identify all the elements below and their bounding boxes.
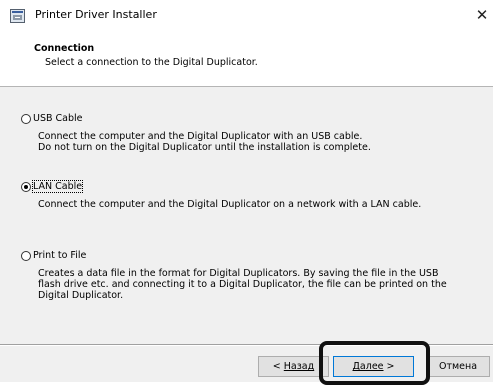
back-button-label: Назад (283, 361, 315, 372)
cancel-button[interactable]: Отмена (426, 356, 490, 377)
page-title: Connection (34, 43, 95, 54)
installer-window: Printer Driver Installer ✕ Connection Se… (0, 0, 493, 385)
usb-description-line-2: Do not turn on the Digital Duplicator un… (38, 142, 371, 153)
printer-installer-icon (10, 9, 25, 23)
lan-description: Connect the computer and the Digital Dup… (38, 199, 422, 210)
back-button-prefix: < (272, 361, 284, 372)
next-button-callout-highlight (319, 341, 430, 385)
wizard-header: Connection Select a connection to the Di… (0, 32, 493, 87)
radio-usb-cable[interactable] (21, 114, 31, 124)
close-icon[interactable]: ✕ (471, 4, 493, 26)
radio-print-to-file[interactable] (21, 251, 31, 261)
radio-label-print-to-file[interactable]: Print to File (33, 250, 86, 261)
window-title: Printer Driver Installer (35, 8, 157, 21)
usb-description-line-1: Connect the computer and the Digital Dup… (38, 131, 363, 142)
page-subtitle: Select a connection to the Digital Dupli… (45, 57, 258, 68)
radio-label-lan-cable[interactable]: LAN Cable (31, 180, 84, 193)
cancel-button-label: Отмена (438, 361, 478, 372)
radio-lan-cable[interactable] (21, 182, 31, 192)
print-to-file-description: Creates a data file in the format for Di… (38, 268, 447, 301)
radio-label-usb-cable[interactable]: USB Cable (33, 113, 83, 124)
title-bar: Printer Driver Installer ✕ (0, 0, 493, 32)
